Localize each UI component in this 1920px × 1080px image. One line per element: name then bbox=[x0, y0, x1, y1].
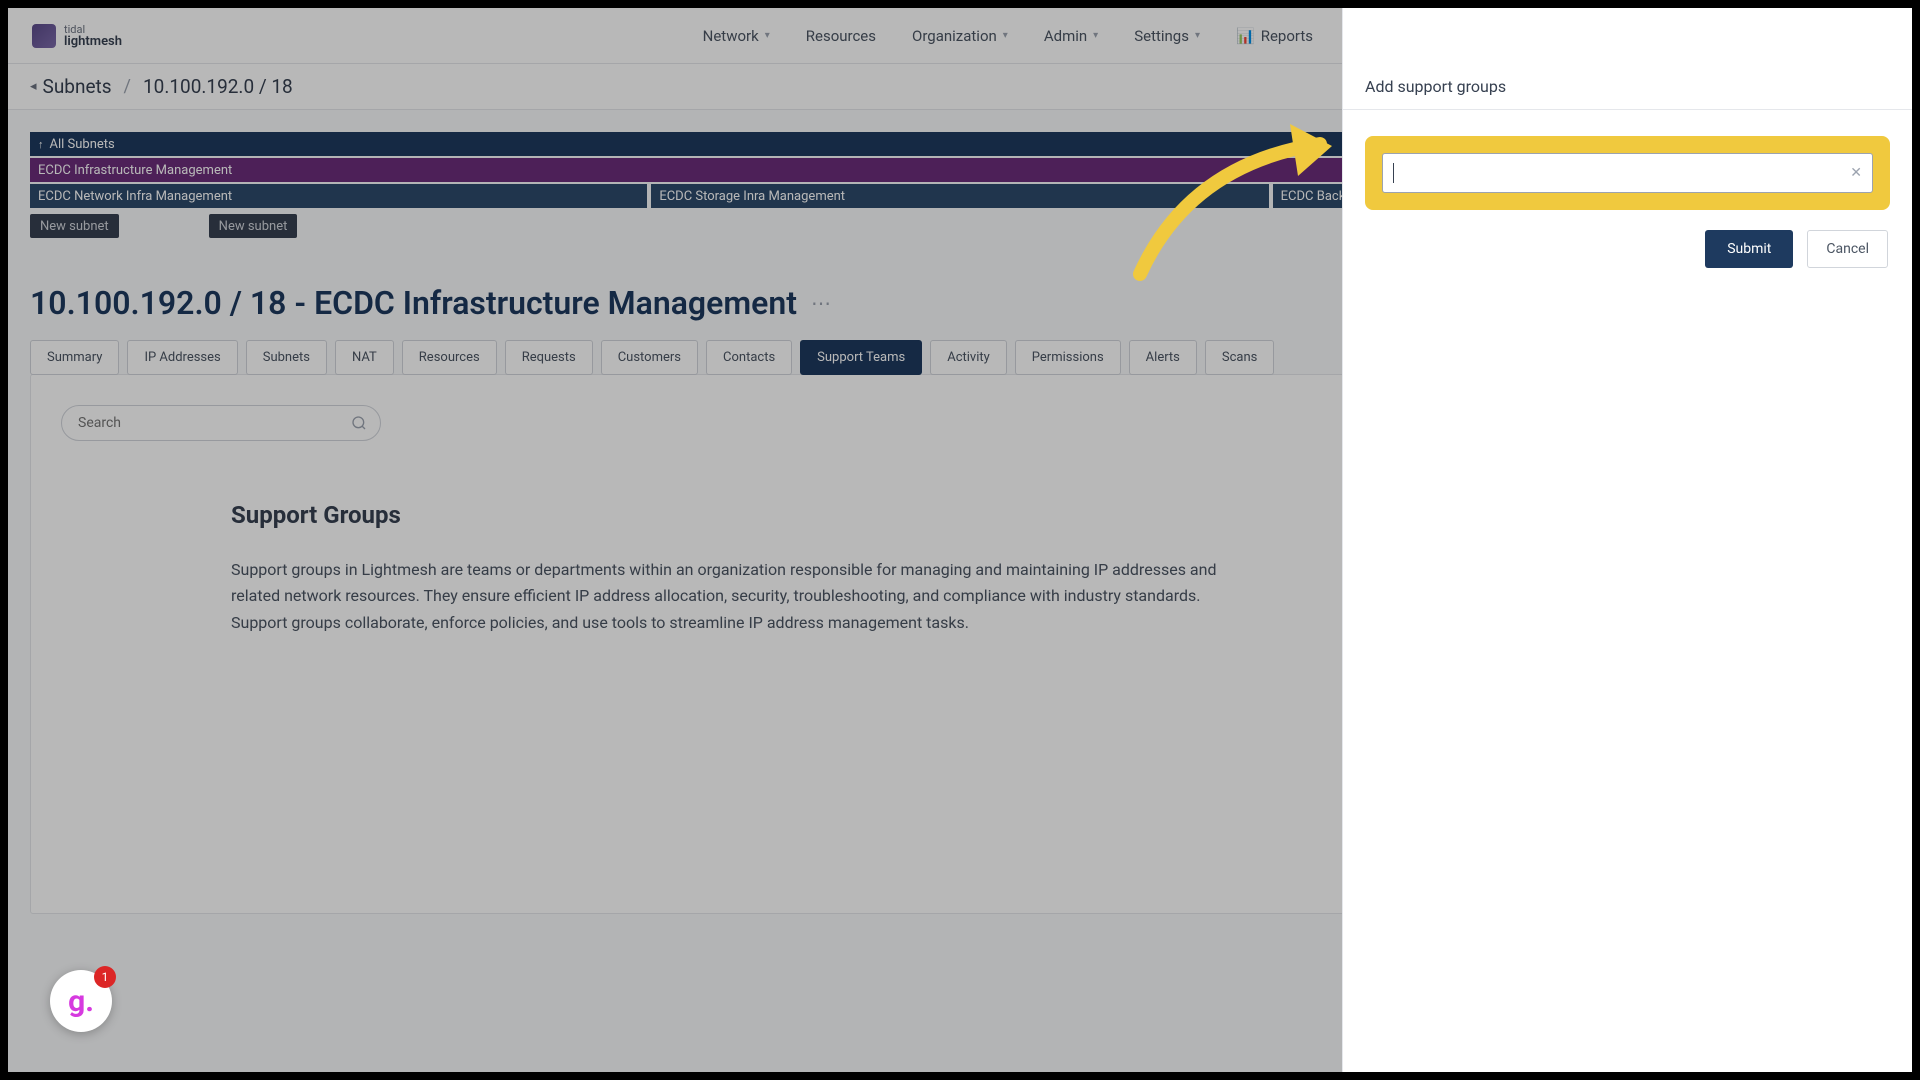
nav-settings[interactable]: Settings▾ bbox=[1120, 19, 1214, 53]
add-support-groups-panel: Add support groups ✕ Submit Cancel bbox=[1342, 8, 1912, 1072]
support-group-select[interactable]: ✕ bbox=[1382, 153, 1873, 193]
new-subnet-button[interactable]: New subnet bbox=[209, 214, 298, 238]
logo-text-2: lightmesh bbox=[64, 35, 122, 48]
tab-permissions[interactable]: Permissions bbox=[1015, 340, 1121, 375]
tab-activity[interactable]: Activity bbox=[930, 340, 1007, 375]
tab-nat[interactable]: NAT bbox=[335, 340, 394, 375]
page-title: 10.100.192.0 / 18 - ECDC Infrastructure … bbox=[30, 284, 797, 322]
tab-contacts[interactable]: Contacts bbox=[706, 340, 792, 375]
help-widget[interactable]: g. 1 bbox=[50, 970, 112, 1032]
sidepanel-title: Add support groups bbox=[1365, 77, 1506, 96]
widget-badge: 1 bbox=[94, 966, 116, 988]
support-groups-description: Support groups in Lightmesh are teams or… bbox=[231, 557, 1231, 636]
tab-subnets[interactable]: Subnets bbox=[246, 340, 327, 375]
text-cursor bbox=[1393, 163, 1394, 183]
tab-summary[interactable]: Summary bbox=[30, 340, 119, 375]
chart-icon: 📊 bbox=[1236, 27, 1255, 45]
logo[interactable]: tidal lightmesh bbox=[32, 24, 122, 48]
clear-icon[interactable]: ✕ bbox=[1850, 165, 1862, 181]
nav-organization[interactable]: Organization▾ bbox=[898, 19, 1022, 53]
tree-child-subnet[interactable]: ECDC Network Infra Management bbox=[30, 184, 647, 208]
tab-scans[interactable]: Scans bbox=[1205, 340, 1274, 375]
new-subnet-button[interactable]: New subnet bbox=[30, 214, 119, 238]
arrow-up-icon: ↑ bbox=[38, 138, 44, 151]
chevron-down-icon: ▾ bbox=[1195, 30, 1200, 41]
search-icon bbox=[351, 415, 367, 435]
chevron-down-icon: ▾ bbox=[1003, 30, 1008, 41]
logo-icon bbox=[32, 24, 56, 48]
breadcrumb-root[interactable]: Subnets bbox=[43, 75, 112, 98]
caret-left-icon[interactable]: ◂ bbox=[30, 79, 37, 94]
highlight-annotation: ✕ bbox=[1365, 136, 1890, 210]
more-menu-icon[interactable]: ⋯ bbox=[811, 291, 831, 315]
search-input[interactable] bbox=[61, 405, 381, 441]
tab-customers[interactable]: Customers bbox=[601, 340, 698, 375]
nav-admin[interactable]: Admin▾ bbox=[1030, 19, 1112, 53]
submit-button[interactable]: Submit bbox=[1705, 230, 1793, 268]
breadcrumb-current: 10.100.192.0 / 18 bbox=[143, 75, 293, 98]
tab-requests[interactable]: Requests bbox=[505, 340, 593, 375]
tab-resources[interactable]: Resources bbox=[402, 340, 497, 375]
breadcrumb-separator: / bbox=[124, 76, 131, 97]
logo-text-1: tidal bbox=[64, 24, 122, 35]
nav-resources[interactable]: Resources bbox=[792, 19, 890, 53]
tab-alerts[interactable]: Alerts bbox=[1129, 340, 1197, 375]
nav-network[interactable]: Network▾ bbox=[689, 19, 784, 53]
cancel-button[interactable]: Cancel bbox=[1807, 230, 1888, 268]
tab-ip-addresses[interactable]: IP Addresses bbox=[127, 340, 237, 375]
widget-logo-icon: g. bbox=[68, 984, 94, 1019]
nav-reports[interactable]: 📊Reports bbox=[1222, 19, 1327, 53]
tab-support-teams[interactable]: Support Teams bbox=[800, 340, 922, 375]
chevron-down-icon: ▾ bbox=[765, 30, 770, 41]
tree-child-subnet[interactable]: ECDC Storage Inra Management bbox=[651, 184, 1268, 208]
chevron-down-icon: ▾ bbox=[1093, 30, 1098, 41]
